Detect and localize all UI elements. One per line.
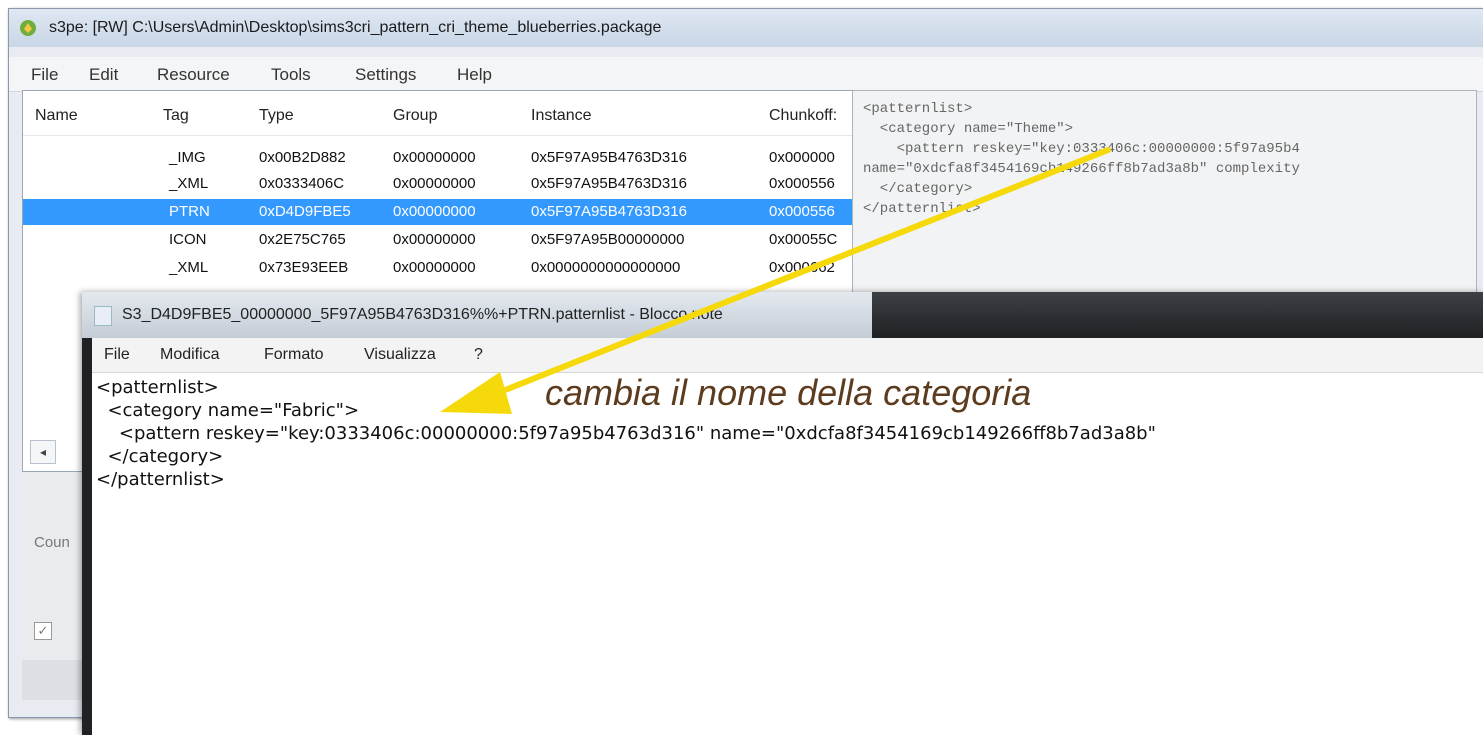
cell-group: 0x00000000 [393,175,476,192]
cell-chunkoffset: 0x000000 [769,149,835,166]
menu-formato[interactable]: Formato [264,346,324,364]
notepad-window-title: S3_D4D9FBE5_00000000_5F97A95B4763D316%%+… [122,306,723,323]
cell-type: 0x73E93EEB [259,259,349,276]
cell-group: 0x00000000 [393,259,476,276]
cell-instance: 0x0000000000000000 [531,259,681,276]
cell-type: 0x00B2D882 [259,149,346,166]
menu-tools[interactable]: Tools [271,65,311,85]
column-tag[interactable]: Tag [163,107,189,125]
cell-group: 0x00000000 [393,203,476,220]
cell-instance: 0x5F97A95B4763D316 [531,175,687,192]
table-row[interactable]: _XML 0x0333406C 0x00000000 0x5F97A95B476… [23,171,855,197]
cell-chunkoffset: 0x000662 [769,259,835,276]
xml-preview-text: <patternlist> <category name="Theme"> <p… [863,101,1300,217]
cell-instance: 0x5F97A95B00000000 [531,231,685,248]
cell-chunkoffset: 0x000556 [769,203,835,220]
table-row[interactable]: _XML 0x73E93EEB 0x00000000 0x00000000000… [23,255,855,281]
cell-chunkoffset: 0x00055C [769,231,838,248]
notepad-window: S3_D4D9FBE5_00000000_5F97A95B4763D316%%+… [82,292,1483,735]
cell-tag: _XML [169,175,209,192]
cell-tag: PTRN [169,203,210,220]
menu-edit[interactable]: Edit [89,65,118,85]
s3pe-menubar: File Edit Resource Tools Settings Help [9,57,1483,92]
s3pe-app-icon [20,20,36,36]
count-label: Coun [34,534,70,551]
header-divider [23,135,855,136]
cell-type: 0x0333406C [259,175,345,192]
notepad-file-icon [94,306,112,326]
column-chunkoffset[interactable]: Chunkoff: [769,107,837,125]
cell-instance: 0x5F97A95B4763D316 [531,203,687,220]
cell-type: 0x2E75C765 [259,231,346,248]
cell-tag: _IMG [169,149,206,166]
s3pe-titlebar[interactable]: s3pe: [RW] C:\Users\Admin\Desktop\sims3c… [9,9,1483,47]
column-type[interactable]: Type [259,107,294,125]
menu-file[interactable]: File [31,65,58,85]
cell-group: 0x00000000 [393,149,476,166]
menu-help[interactable]: ? [474,346,483,364]
menu-modifica[interactable]: Modifica [160,346,220,364]
table-row[interactable]: _IMG 0x00B2D882 0x00000000 0x5F97A95B476… [23,145,855,171]
cell-type: 0xD4D9FBE5 [259,203,351,220]
annotation-text: cambia il nome della categoria [545,372,1032,413]
s3pe-window-title: s3pe: [RW] C:\Users\Admin\Desktop\sims3c… [49,19,662,36]
menu-file[interactable]: File [104,346,130,364]
checkbox[interactable]: ✓ [34,622,52,640]
menu-help[interactable]: Help [457,65,492,85]
window-frame [82,338,92,735]
menu-resource[interactable]: Resource [157,65,230,85]
cell-chunkoffset: 0x000556 [769,175,835,192]
table-row[interactable]: ICON 0x2E75C765 0x00000000 0x5F97A95B000… [23,227,855,253]
column-group[interactable]: Group [393,107,437,125]
menu-visualizza[interactable]: Visualizza [364,346,436,364]
scroll-left-icon[interactable]: ◂ [30,440,56,464]
menu-settings[interactable]: Settings [355,65,416,85]
cell-tag: ICON [169,231,207,248]
cell-instance: 0x5F97A95B4763D316 [531,149,687,166]
cell-tag: _XML [169,259,209,276]
notepad-titlebar[interactable]: S3_D4D9FBE5_00000000_5F97A95B4763D316%%+… [82,292,1483,338]
notepad-menubar: File Modifica Formato Visualizza ? [92,338,1483,373]
xml-preview-pane: <patternlist> <category name="Theme"> <p… [852,90,1477,312]
column-name[interactable]: Name [35,107,78,125]
cell-group: 0x00000000 [393,231,476,248]
table-row-selected[interactable]: PTRN 0xD4D9FBE5 0x00000000 0x5F97A95B476… [23,199,855,225]
column-instance[interactable]: Instance [531,107,591,125]
